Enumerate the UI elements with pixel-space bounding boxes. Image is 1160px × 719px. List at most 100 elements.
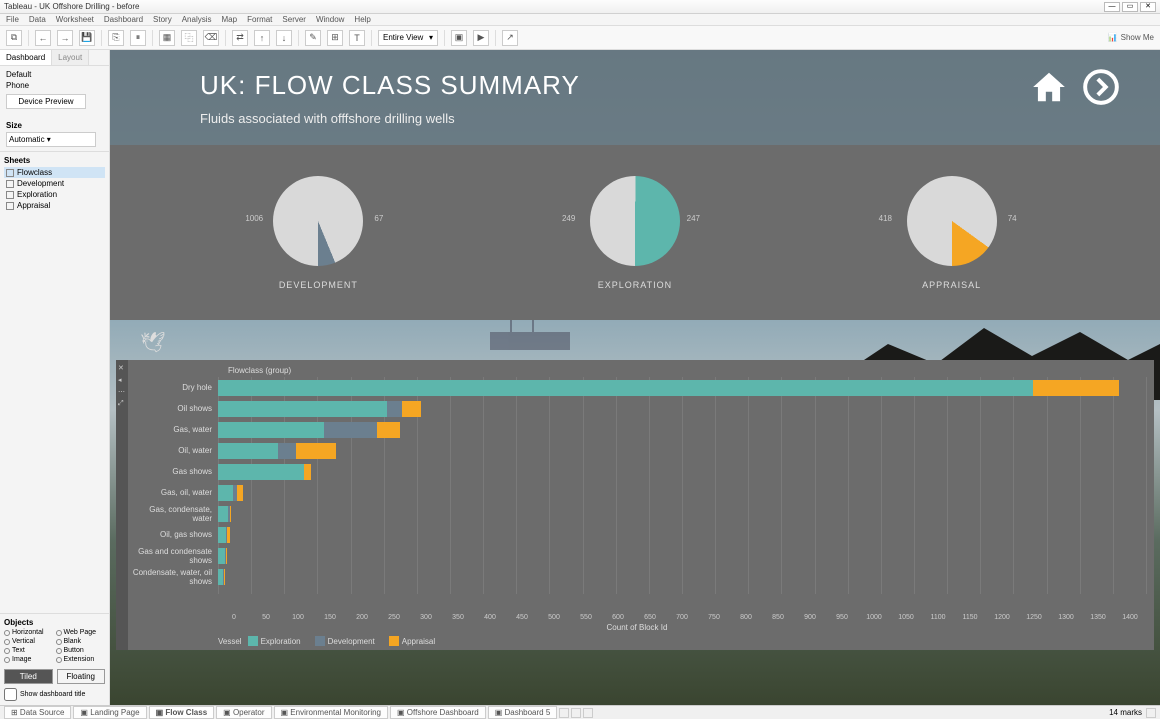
pause-button[interactable]: ⏸ [130, 30, 146, 46]
sheet-item[interactable]: Exploration [4, 189, 105, 200]
filmstrip-icon[interactable] [1146, 708, 1156, 718]
menu-worksheet[interactable]: Worksheet [56, 15, 94, 24]
bottom-tab-operator[interactable]: ▣ Operator [216, 706, 271, 719]
maximize-button[interactable]: ▭ [1122, 2, 1138, 12]
presentation-button[interactable]: ▶ [473, 30, 489, 46]
minimize-button[interactable]: — [1104, 2, 1120, 12]
show-title-checkbox[interactable] [4, 688, 17, 701]
menu-window[interactable]: Window [316, 15, 344, 24]
fit-dropdown[interactable]: Entire View▾ [378, 30, 438, 46]
menu-dashboard[interactable]: Dashboard [104, 15, 143, 24]
bar-segment-exploration [218, 422, 324, 438]
highlight-button[interactable]: ✎ [305, 30, 321, 46]
more-icon[interactable]: ⋯ [118, 388, 126, 396]
pie-appraisal[interactable]: 41874APPRAISAL [907, 176, 997, 290]
next-icon[interactable] [1082, 68, 1120, 106]
legend-item-development[interactable]: Development [315, 636, 375, 646]
tab-dashboard[interactable]: Dashboard [0, 50, 52, 65]
bar-track[interactable] [218, 464, 1146, 480]
bar-segment-appraisal [1033, 380, 1119, 396]
forward-button[interactable]: → [57, 30, 73, 46]
home-icon[interactable] [1030, 68, 1068, 106]
legend-item-exploration[interactable]: Exploration [248, 636, 301, 646]
bar-category-label: Gas, condensate, water [128, 505, 218, 523]
floating-button[interactable]: Floating [57, 669, 106, 684]
bar-category-label: Dry hole [128, 383, 218, 392]
x-tick: 600 [602, 614, 634, 621]
worksheet-button[interactable]: ▦ [159, 30, 175, 46]
bar-track[interactable] [218, 569, 1146, 585]
bottom-tab-offshore-dashboard[interactable]: ▣ Offshore Dashboard [390, 706, 486, 719]
show-me-button[interactable]: 📊 Show Me [1108, 33, 1154, 42]
device-preview-button[interactable]: Device Preview [6, 94, 86, 109]
sheet-item[interactable]: Flowclass [4, 167, 105, 178]
new-worksheet-icon[interactable] [559, 708, 569, 718]
object-horizontal[interactable]: Horizontal [4, 629, 54, 636]
pie-development[interactable]: 100667DEVELOPMENT [273, 176, 363, 290]
menu-help[interactable]: Help [354, 15, 370, 24]
x-tick: 150 [314, 614, 346, 621]
menu-story[interactable]: Story [153, 15, 172, 24]
object-extension[interactable]: Extension [56, 656, 106, 663]
pie-exploration[interactable]: 249247EXPLORATION [590, 176, 680, 290]
menu-file[interactable]: File [6, 15, 19, 24]
new-dashboard-icon[interactable] [571, 708, 581, 718]
bar-track[interactable] [218, 443, 1146, 459]
bottom-tab-environmental-monitoring[interactable]: ▣ Environmental Monitoring [274, 706, 389, 719]
sort-asc-button[interactable]: ↑ [254, 30, 270, 46]
menu-data[interactable]: Data [29, 15, 46, 24]
bottom-tab-dashboard-5[interactable]: ▣ Dashboard 5 [488, 706, 558, 719]
phone-label: Phone [6, 81, 103, 90]
menu-server[interactable]: Server [282, 15, 306, 24]
x-tick: 250 [378, 614, 410, 621]
chevron-left-icon[interactable]: ◂ [118, 376, 126, 384]
cards-button[interactable]: ▣ [451, 30, 467, 46]
size-label: Size [6, 121, 103, 130]
bottom-tab-data-source[interactable]: ⊞ Data Source [4, 706, 71, 719]
bar-track[interactable] [218, 485, 1146, 501]
object-button[interactable]: Button [56, 647, 106, 654]
clear-button[interactable]: ⌫ [203, 30, 219, 46]
bar-row: Oil, gas shows [128, 524, 1146, 545]
bar-track[interactable] [218, 527, 1146, 543]
bottom-tab-landing-page[interactable]: ▣ Landing Page [73, 706, 146, 719]
menu-analysis[interactable]: Analysis [182, 15, 212, 24]
swap-button[interactable]: ⇄ [232, 30, 248, 46]
save-button[interactable]: 💾 [79, 30, 95, 46]
sheet-item[interactable]: Development [4, 178, 105, 189]
bar-track[interactable] [218, 401, 1146, 417]
share-button[interactable]: ↗ [502, 30, 518, 46]
bottom-tab-flow-class[interactable]: ▣ Flow Class [149, 706, 215, 719]
bar-segment-appraisal [227, 527, 230, 543]
back-button[interactable]: ← [35, 30, 51, 46]
group-button[interactable]: ⊞ [327, 30, 343, 46]
new-story-icon[interactable] [583, 708, 593, 718]
labels-button[interactable]: T [349, 30, 365, 46]
object-image[interactable]: Image [4, 656, 54, 663]
close-panel-icon[interactable]: ✕ [118, 364, 126, 372]
expand-icon[interactable]: ⤢ [118, 400, 126, 408]
sheet-item[interactable]: Appraisal [4, 200, 105, 211]
dashboard-canvas: 🕊 UK: FLOW CLASS SUMMARY Fluids associat… [110, 50, 1160, 705]
bar-chart-panel: ✕ ◂ ⋯ ⤢ Flowclass (group) Dry holeOil sh… [116, 360, 1154, 650]
object-web-page[interactable]: Web Page [56, 629, 106, 636]
sort-desc-button[interactable]: ↓ [276, 30, 292, 46]
menu-map[interactable]: Map [222, 15, 238, 24]
size-dropdown[interactable]: Automatic ▾ [6, 132, 96, 147]
bar-track[interactable] [218, 548, 1146, 564]
bar-track[interactable] [218, 380, 1146, 396]
pie-title: DEVELOPMENT [279, 280, 358, 290]
object-vertical[interactable]: Vertical [4, 638, 54, 645]
tiled-button[interactable]: Tiled [4, 669, 53, 684]
close-button[interactable]: ✕ [1140, 2, 1156, 12]
new-data-button[interactable]: ⎘ [108, 30, 124, 46]
duplicate-button[interactable]: ⿻ [181, 30, 197, 46]
bar-track[interactable] [218, 506, 1146, 522]
menu-format[interactable]: Format [247, 15, 272, 24]
object-text[interactable]: Text [4, 647, 54, 654]
bar-track[interactable] [218, 422, 1146, 438]
object-blank[interactable]: Blank [56, 638, 106, 645]
legend-item-appraisal[interactable]: Appraisal [389, 636, 435, 646]
tableau-logo-icon[interactable]: ⧉ [6, 30, 22, 46]
tab-layout[interactable]: Layout [52, 50, 89, 65]
